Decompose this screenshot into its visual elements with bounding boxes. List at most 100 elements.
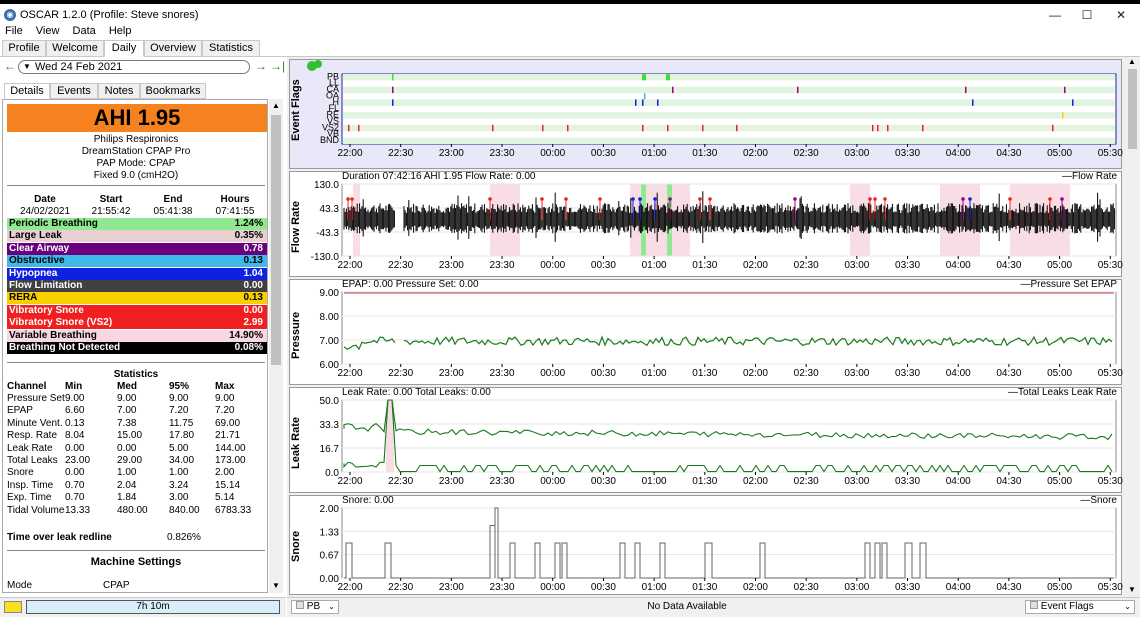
stats-row: Insp. Time 0.70 2.04 3.24 15.14: [7, 480, 267, 492]
x-tick-label: 23:30: [490, 368, 515, 379]
x-tick-label: 23:00: [439, 582, 464, 593]
window-title: OSCAR 1.2.0 (Profile: Steve snores): [20, 9, 199, 21]
tab-bookmarks[interactable]: Bookmarks: [140, 83, 206, 99]
stats-cell: 5.00: [169, 442, 189, 454]
menu-file[interactable]: File: [0, 24, 28, 38]
stats-cell: 9.00: [169, 393, 189, 404]
x-tick-label: 00:00: [540, 476, 565, 487]
x-tick-label: 04:00: [946, 476, 971, 487]
scroll-up-icon[interactable]: ▲: [1128, 57, 1136, 66]
maximize-button[interactable]: ☐: [1072, 6, 1102, 24]
event-value: 14.90%: [229, 329, 263, 341]
chevron-down-icon: ⌄: [1124, 602, 1131, 611]
leak-rate-panel[interactable]: Leak Rate Leak Rate: 0.00 Total Leaks: 0…: [289, 387, 1123, 493]
tab-details[interactable]: Details: [4, 83, 50, 99]
stats-row: Tidal Volume 13.33 480.00 840.00 6783.33: [7, 505, 267, 517]
x-tick-label: 00:00: [540, 260, 565, 271]
flag-marker: [872, 124, 874, 132]
x-tick-label: 02:30: [794, 260, 819, 271]
x-tick-label: 01:00: [642, 148, 667, 159]
next-day-arrow-icon[interactable]: →: [255, 59, 267, 73]
event-row[interactable]: Periodic Breathing 1.24%: [7, 218, 267, 230]
event-flags-panel[interactable]: Event Flags PB LL CA OA H FL RE VS VS2 VB BND 22:00…: [289, 59, 1123, 169]
flag-marker: [702, 124, 704, 132]
stats-cell: Insp. Time: [7, 479, 54, 491]
stats-cell: 144.00: [215, 442, 246, 454]
tab-notes[interactable]: Notes: [98, 83, 140, 99]
x-tick-label: 00:30: [591, 476, 616, 487]
tab-events[interactable]: Events: [50, 83, 98, 99]
stats-cell: 3.00: [169, 492, 189, 504]
flag-marker: [392, 74, 394, 81]
event-row[interactable]: Flow Limitation 0.00: [7, 280, 267, 292]
event-row[interactable]: Hypopnea 1.04: [7, 267, 267, 280]
event-value: 0.00: [243, 304, 263, 316]
tab-daily[interactable]: Daily: [104, 40, 144, 57]
minimize-button[interactable]: —: [1040, 6, 1070, 24]
event-row[interactable]: RERA 0.13: [7, 292, 267, 305]
event-name: RERA: [9, 292, 38, 304]
scroll-down-icon[interactable]: ▼: [272, 581, 280, 590]
scroll-up-icon[interactable]: ▲: [272, 101, 280, 110]
tab-overview[interactable]: Overview: [144, 40, 202, 57]
graph-status-bar: PB ⌄ No Data Available Event Flags ⌄: [287, 597, 1140, 617]
stats-cell: 7.38: [117, 417, 137, 429]
tab-statistics[interactable]: Statistics: [202, 40, 260, 57]
prev-day-arrow-icon[interactable]: ←: [4, 59, 16, 73]
graph-checkbox[interactable]: [1030, 601, 1038, 609]
x-tick-label: 23:30: [490, 260, 515, 271]
stats-row: Leak Rate 0.00 0.00 5.00 144.00: [7, 443, 267, 455]
flag-marker: [1062, 112, 1064, 119]
menu-help[interactable]: Help: [104, 24, 137, 38]
header-hours: Hours: [220, 194, 250, 205]
menu-view[interactable]: View: [31, 24, 65, 38]
y-tick-label: 0.67: [320, 551, 340, 562]
x-tick-label: 01:00: [642, 260, 667, 271]
pressure-chart: 9.00 8.00 7.00 6.0022:00 22:30 23:00 23:30 00:0…: [320, 288, 1123, 379]
details-scrollbar[interactable]: ▲ ▼: [269, 99, 283, 593]
snore-chart: 2.00 1.33 0.67 0.0022:00 22:30 23:00 23:30 00:0…: [320, 504, 1123, 593]
menu-data[interactable]: Data: [68, 24, 101, 38]
x-tick-label: 01:30: [692, 582, 717, 593]
date-picker[interactable]: ▼ Wed 24 Feb 2021: [18, 60, 250, 74]
flag-checkbox[interactable]: [296, 601, 304, 609]
event-row[interactable]: Clear Airway 0.78: [7, 242, 267, 255]
pressure-panel[interactable]: Pressure EPAP: 0.00 Pressure Set: 0.00 —…: [289, 279, 1123, 385]
snore-plot-area: [341, 507, 1117, 579]
event-pin-head: [1060, 197, 1064, 201]
duration-bar: 7h 10m: [26, 600, 280, 614]
stats-row: Pressure Set 9.00 9.00 9.00 9.00: [7, 393, 267, 405]
graph-select[interactable]: Event Flags ⌄: [1025, 600, 1135, 614]
last-day-arrow-icon[interactable]: →|: [270, 59, 285, 73]
stats-cell: 6.60: [65, 405, 85, 417]
graph-scrollbar[interactable]: ▲ ▼: [1125, 57, 1140, 597]
app-icon: ◉: [4, 9, 16, 21]
flag-select-value: PB: [306, 601, 321, 612]
stats-header: Channel Min Med 95% Max: [7, 381, 267, 393]
close-button[interactable]: ✕: [1106, 6, 1136, 24]
session-date: 24/02/2021: [19, 206, 71, 217]
event-row[interactable]: Vibratory Snore (VS2) 2.99: [7, 317, 267, 330]
stats-row: Exp. Time 0.70 1.84 3.00 5.14: [7, 492, 267, 504]
event-row[interactable]: Breathing Not Detected 0.08%: [7, 342, 267, 354]
snore-panel[interactable]: Snore Snore: 0.00 —Snore 2.00 1.33 0.67 0.0…: [289, 495, 1123, 595]
stats-col-med: Med: [117, 381, 137, 392]
flag-marker: [877, 124, 879, 132]
event-row[interactable]: Variable Breathing 14.90%: [7, 329, 267, 342]
flow-rate-panel[interactable]: Flow Rate Duration 07:42:16 AHI 1.95 Flo…: [289, 171, 1123, 277]
scroll-thumb[interactable]: [271, 115, 281, 365]
graph-area: Event Flags PB LL CA OA H FL RE VS VS2 VB BND 22:00…: [287, 57, 1140, 597]
tab-profile[interactable]: Profile: [2, 40, 46, 57]
event-row[interactable]: Obstructive 0.13: [7, 255, 267, 268]
event-row[interactable]: Large Leak 0.35%: [7, 230, 267, 243]
main-tabs: Profile Welcome Daily Overview Statistic…: [0, 40, 1140, 57]
event-row[interactable]: Vibratory Snore 0.00: [7, 304, 267, 317]
y-tick-label: 33.3: [320, 420, 340, 431]
flag-select[interactable]: PB ⌄: [291, 600, 339, 614]
x-tick-label: 22:30: [388, 476, 413, 487]
stats-cell: 2.00: [215, 467, 235, 479]
scroll-down-icon[interactable]: ▼: [1128, 585, 1136, 594]
tab-welcome[interactable]: Welcome: [46, 40, 104, 57]
stats-cell: 6783.33: [215, 504, 252, 516]
graph-scroll-thumb[interactable]: [1128, 69, 1137, 149]
